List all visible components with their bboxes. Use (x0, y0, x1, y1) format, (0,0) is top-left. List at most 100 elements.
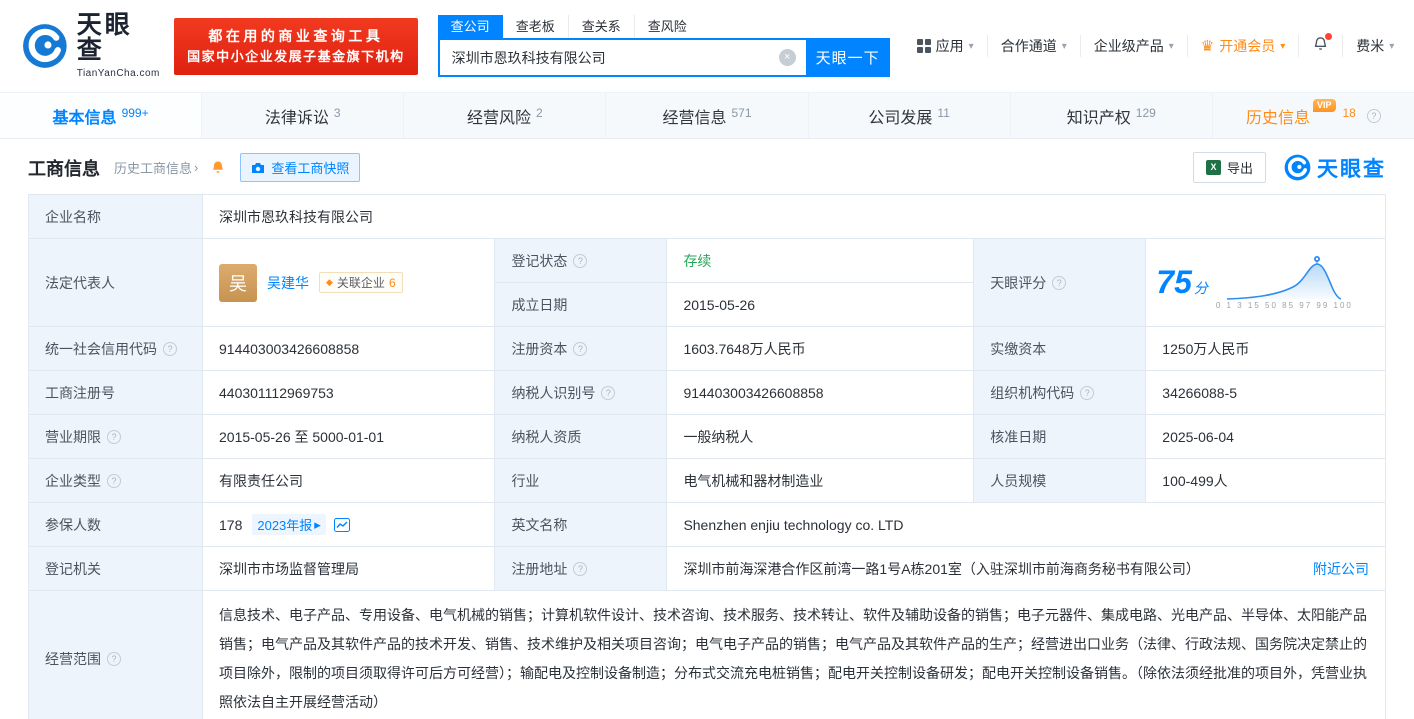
nav-user[interactable]: 费米 ▾ (1342, 35, 1407, 57)
value-registration-status: 存续 (667, 239, 974, 283)
search-tab-relation[interactable]: 查关系 (568, 15, 634, 38)
label-business-scope: 经营范围 ? (29, 591, 203, 719)
tab-count: 11 (937, 106, 949, 120)
nearby-companies-link[interactable]: 附近公司 (1313, 559, 1369, 579)
chevron-down-icon: ▾ (969, 41, 974, 52)
label-credit-code: 统一社会信用代码 ? (29, 327, 203, 371)
label-text: 核准日期 (990, 427, 1046, 447)
label-legal-representative: 法定代表人 (29, 239, 203, 327)
help-icon[interactable]: ? (1080, 386, 1094, 400)
value-org-code: 34266088-5 (1146, 371, 1386, 415)
tab-label: 公司发展 (868, 104, 932, 128)
label-text: 人员规模 (990, 471, 1046, 491)
help-icon[interactable]: ? (601, 386, 615, 400)
help-icon[interactable]: ? (107, 474, 121, 488)
trend-chart-icon[interactable] (334, 518, 350, 532)
view-business-snapshot-button[interactable]: 查看工商快照 (240, 153, 360, 182)
value-taxpayer-id: 914403003426608858 (667, 371, 974, 415)
help-icon[interactable]: ? (1052, 276, 1066, 290)
label-text: 参保人数 (45, 515, 101, 535)
label-text: 组织机构代码 (990, 383, 1074, 403)
value-english-name: Shenzhen enjiu technology co. LTD (667, 503, 1386, 547)
nav-apps[interactable]: 应用 ▾ (904, 35, 987, 57)
value-business-scope: 信息技术、电子产品、专用设备、电气机械的销售；计算机软件设计、技术咨询、技术服务… (203, 591, 1386, 719)
value-company-name: 深圳市恩玖科技有限公司 (203, 195, 1386, 239)
label-registration-status: 登记状态 ? (495, 239, 667, 283)
approval-date: 2025-06-04 (1162, 429, 1234, 445)
tab-intellectual-property[interactable]: 知识产权 129 (1010, 93, 1212, 138)
label-text: 英文名称 (511, 515, 567, 535)
label-registered-capital: 注册资本 ? (495, 327, 667, 371)
help-icon[interactable]: ? (573, 342, 587, 356)
search-button[interactable]: 天眼一下 (806, 38, 890, 77)
tab-label: 法律诉讼 (265, 104, 329, 128)
tab-label: 经营风险 (467, 104, 531, 128)
label-company-name: 企业名称 (29, 195, 203, 239)
help-icon[interactable]: ? (107, 430, 121, 444)
clear-search-icon[interactable]: × (779, 49, 796, 66)
camera-icon (251, 162, 265, 174)
legal-rep-avatar[interactable]: 吴 (219, 264, 257, 302)
business-info-table: 企业名称 深圳市恩玖科技有限公司 法定代表人 吴 吴建华 ◆ 关联企业 6 登记… (28, 194, 1386, 719)
nav-partner[interactable]: 合作通道 ▾ (987, 35, 1080, 57)
nav-open-vip[interactable]: ♛ 开通会员 ▾ (1187, 35, 1298, 57)
establish-date: 2015-05-26 (683, 297, 755, 313)
label-approval-date: 核准日期 (974, 415, 1146, 459)
nav-enterprise[interactable]: 企业级产品 ▾ (1080, 35, 1187, 57)
label-company-type: 企业类型 ? (29, 459, 203, 503)
label-text: 登记状态 (511, 251, 567, 271)
search-tab-risk[interactable]: 查风险 (634, 15, 700, 38)
help-icon[interactable]: ? (163, 342, 177, 356)
annual-report-link[interactable]: 2023年报 ▸ (252, 514, 325, 535)
help-icon[interactable]: ? (107, 652, 121, 666)
org-code: 34266088-5 (1162, 385, 1237, 401)
label-taxpayer-quality: 纳税人资质 (495, 415, 667, 459)
tab-basic-info[interactable]: 基本信息 999+ (0, 93, 201, 138)
taxpayer-quality: 一般纳税人 (683, 427, 753, 447)
subscribe-bell-icon[interactable] (210, 160, 226, 176)
tab-history-info[interactable]: 历史信息 VIP 18 ? (1212, 93, 1414, 138)
paid-capital: 1250万人民币 (1162, 339, 1249, 359)
tab-count: 2 (536, 106, 543, 120)
value-insured-count: 178 2023年报 ▸ (203, 503, 495, 547)
promo-line1: 都在用的商业查询工具 (187, 26, 405, 47)
help-icon[interactable]: ? (573, 562, 587, 576)
logo-text: 天眼查 TianYanCha.com (77, 13, 160, 79)
value-industry: 电气机械和器材制造业 (667, 459, 974, 503)
search-tab-company[interactable]: 查公司 (438, 15, 503, 38)
nav-notifications[interactable] (1298, 35, 1342, 57)
chevron-down-icon: ▾ (1389, 41, 1394, 52)
search-input[interactable] (438, 38, 806, 77)
history-business-info-link[interactable]: 历史工商信息 › (114, 158, 198, 177)
value-registered-address: 深圳市前海深港合作区前湾一路1号A栋201室（入驻深圳市前海商务秘书有限公司） … (667, 547, 1386, 591)
export-button-label: 导出 (1227, 158, 1253, 177)
credit-code: 914403003426608858 (219, 341, 359, 357)
legal-rep-link[interactable]: 吴建华 (267, 273, 309, 293)
tab-legal-proceedings[interactable]: 法律诉讼 3 (201, 93, 403, 138)
english-name: Shenzhen enjiu technology co. LTD (683, 517, 903, 533)
value-company-type: 有限责任公司 (203, 459, 495, 503)
label-text: 纳税人识别号 (511, 383, 595, 403)
label-paid-capital: 实缴资本 (974, 327, 1146, 371)
tab-company-development[interactable]: 公司发展 11 (808, 93, 1010, 138)
tab-operational-risk[interactable]: 经营风险 2 (403, 93, 605, 138)
annual-report-label: 2023年报 (257, 515, 312, 534)
vip-badge: VIP (1313, 99, 1336, 112)
company-name: 深圳市恩玖科技有限公司 (219, 207, 373, 227)
staff-size: 100-499人 (1162, 471, 1227, 491)
nav-apps-label: 应用 (936, 36, 964, 56)
export-button[interactable]: X 导出 (1193, 152, 1266, 183)
status-badge: 存续 (683, 251, 711, 271)
header: 天眼查 TianYanCha.com 都在用的商业查询工具 国家中小企业发展子基… (0, 0, 1414, 92)
label-text: 天眼评分 (990, 273, 1046, 293)
related-companies-badge[interactable]: ◆ 关联企业 6 (319, 272, 403, 293)
help-icon[interactable]: ? (573, 254, 587, 268)
search-tab-boss[interactable]: 查老板 (503, 15, 568, 38)
help-icon[interactable]: ? (1367, 109, 1381, 123)
tianyancha-logo[interactable]: 天眼查 TianYanCha.com (22, 13, 160, 79)
tianyancha-logo-icon (1284, 154, 1311, 181)
tab-label: 基本信息 (53, 104, 117, 128)
score-number: 75分 (1156, 264, 1208, 301)
tab-business-info[interactable]: 经营信息 571 (605, 93, 807, 138)
tab-label: 知识产权 (1067, 104, 1131, 128)
